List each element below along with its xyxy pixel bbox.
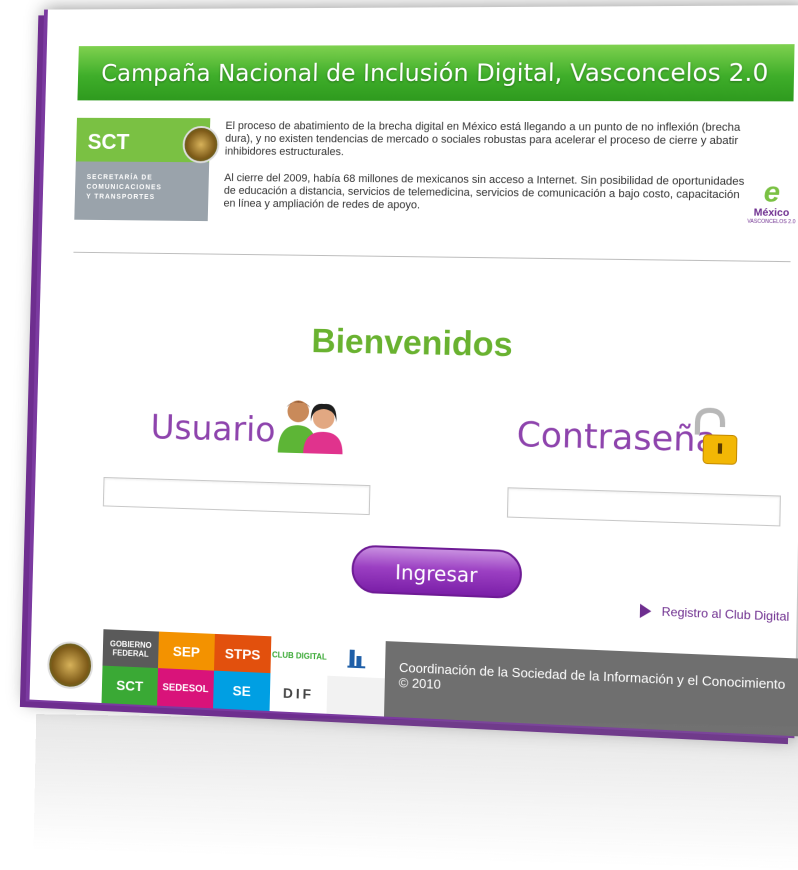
logo-sedesol: SEDESOL xyxy=(157,668,214,709)
logo-stps: STPS xyxy=(213,633,272,674)
divider xyxy=(73,251,791,263)
logo-se: SE xyxy=(213,670,271,712)
welcome-heading: Bienvenidos xyxy=(311,322,514,365)
intro-paragraph-1: El proceso de abatimiento de la brecha d… xyxy=(224,120,741,159)
emexico-logo-sub: VASCONCELOS 2.0 xyxy=(747,218,796,226)
campaign-banner: Campaña Nacional de Inclusión Digital, V… xyxy=(77,44,795,102)
emexico-logo-name: México xyxy=(753,207,790,220)
sct-logo-line3: Y TRANSPORTES xyxy=(86,193,156,202)
agency-icon xyxy=(347,649,366,668)
logo-gobierno-federal: GOBIERNO FEDERAL xyxy=(102,629,159,669)
logo-dif: DIF xyxy=(269,673,328,714)
card-reflection xyxy=(33,714,798,870)
sct-logo-name: SECRETARÍA DE COMUNICACIONES Y TRANSPORT… xyxy=(74,161,210,222)
intro-text: El proceso de abatimiento de la brecha d… xyxy=(223,120,747,230)
national-seal-icon xyxy=(182,125,220,164)
user-label: Usuario xyxy=(150,407,277,451)
footer-seal-area xyxy=(29,626,104,703)
footer-credit: Coordinación de la Sociedad de la Inform… xyxy=(398,659,786,693)
password-label: Contraseña xyxy=(516,414,718,461)
emexico-logo: e México VASCONCELOS 2.0 xyxy=(745,175,798,226)
login-card: Campaña Nacional de Inclusión Digital, V… xyxy=(25,5,798,739)
register-link[interactable]: Registro al Club Digital xyxy=(639,603,790,624)
play-arrow-icon xyxy=(639,603,652,619)
logo-sct: SCT xyxy=(101,665,159,706)
logo-club-digital: CLUB DIGITAL xyxy=(270,636,329,676)
register-link-label: Registro al Club Digital xyxy=(661,604,790,624)
intro-paragraph-2: Al cierre del 2009, había 68 millones de… xyxy=(223,172,745,212)
username-input[interactable] xyxy=(102,476,371,516)
password-input[interactable] xyxy=(506,487,781,527)
partner-logos: GOBIERNO FEDERAL SEP STPS CLUB DIGITAL S… xyxy=(101,629,386,717)
emexico-logo-letter: e xyxy=(763,175,781,208)
padlock-icon xyxy=(688,406,741,469)
logo-agency-icon xyxy=(327,638,386,679)
users-icon xyxy=(277,400,343,455)
logo-sep: SEP xyxy=(158,631,215,671)
login-button[interactable]: Ingresar xyxy=(351,544,523,600)
footer-seal-icon xyxy=(46,640,94,690)
logo-blank xyxy=(326,675,385,717)
